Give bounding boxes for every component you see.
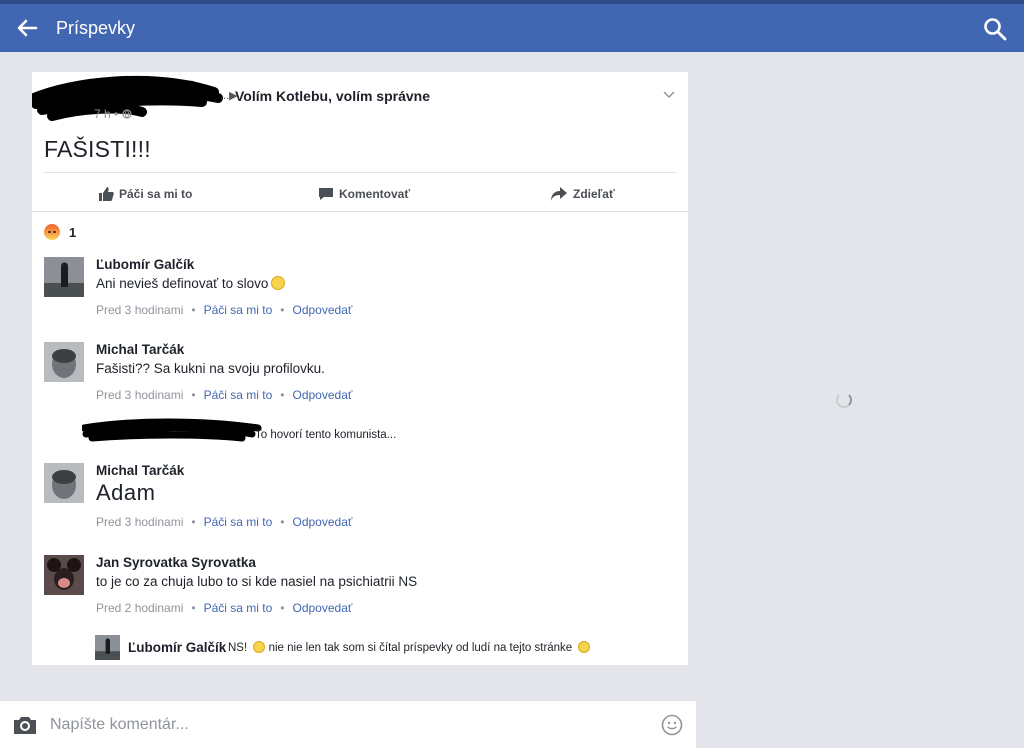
- globe-icon: [121, 109, 132, 119]
- smiley-icon[interactable]: [661, 714, 683, 736]
- avatar[interactable]: [44, 463, 84, 503]
- angry-reaction-icon: [44, 224, 60, 240]
- author-suffix-text: ...: [220, 90, 230, 102]
- divider: [32, 211, 688, 212]
- avatar[interactable]: [44, 342, 84, 382]
- post-time: 7 h: [94, 107, 111, 121]
- separator-dot: •: [191, 601, 196, 615]
- comment-time: Pred 3 hodinami: [96, 515, 184, 529]
- reply-text-a: NS!: [228, 642, 248, 654]
- comment-item: Ľubomír Galčík Ani nevieš definovať to s…: [44, 257, 674, 317]
- separator-dot: •: [191, 303, 196, 317]
- separator-dot: •: [280, 303, 285, 317]
- thumbs-up-icon: [99, 187, 114, 201]
- comment-reply-link[interactable]: Odpovedať: [293, 388, 353, 402]
- redaction-scribble: [82, 418, 262, 442]
- separator-dot: •: [191, 515, 196, 529]
- avatar[interactable]: [44, 257, 84, 297]
- back-arrow-icon[interactable]: [14, 16, 40, 40]
- reaction-count: 1: [69, 224, 77, 240]
- post-text: FAŠISTI!!!: [44, 136, 151, 162]
- comment-composer: [0, 700, 696, 748]
- comment-like-link[interactable]: Páči sa mi to: [204, 601, 273, 615]
- comment-like-link[interactable]: Páči sa mi to: [204, 515, 273, 529]
- comment-reply-link[interactable]: Odpovedať: [293, 303, 353, 317]
- comment-author[interactable]: Michal Tarčák: [96, 463, 184, 478]
- like-label: Páči sa mi to: [119, 187, 193, 201]
- share-button[interactable]: Zdieľať: [550, 183, 615, 205]
- comment-text: Ani nevieš definovať to slovo: [96, 276, 269, 291]
- loading-spinner-icon: [836, 392, 852, 408]
- separator-dot: •: [280, 515, 285, 529]
- separator-dot: •: [191, 388, 196, 402]
- comment-meta: Pred 3 hodinami • Páči sa mi to • Odpovedať: [96, 303, 352, 317]
- comment-author[interactable]: Michal Tarčák: [96, 342, 184, 357]
- comment-reply-link[interactable]: Odpovedať: [293, 601, 353, 615]
- comment-icon: [319, 188, 333, 200]
- comment-meta: Pred 3 hodinami • Páči sa mi to • Odpovedať: [96, 515, 352, 529]
- share-icon: [551, 187, 567, 201]
- comment-time: Pred 2 hodinami: [96, 601, 184, 615]
- reactions-summary[interactable]: 1: [44, 224, 76, 240]
- reply-author[interactable]: Ľubomír Galčík: [128, 640, 226, 655]
- avatar[interactable]: [44, 555, 84, 595]
- comment-text: Adam: [96, 480, 156, 505]
- comment-meta: Pred 3 hodinami • Páči sa mi to • Odpovedať: [96, 388, 352, 402]
- smiley-icon: [253, 641, 266, 653]
- page-title: Príspevky: [56, 18, 136, 38]
- comment-time: Pred 3 hodinami: [96, 303, 184, 317]
- smiley-icon: [271, 276, 286, 290]
- camera-icon[interactable]: [12, 714, 38, 736]
- comment-author[interactable]: Ľubomír Galčík: [96, 257, 194, 272]
- comment-input[interactable]: [50, 710, 640, 740]
- divider: [43, 172, 677, 173]
- comment-like-link[interactable]: Páči sa mi to: [204, 388, 273, 402]
- post-card: ...▶ Volím Kotlebu, volím správne 7 h • …: [32, 72, 688, 665]
- search-icon[interactable]: [982, 16, 1008, 42]
- reply-text: NS! nie nie len tak som si čítal príspev…: [228, 641, 591, 654]
- mention-text: To hovorí tento komunista...: [255, 429, 397, 441]
- comment-text: to je co za chuja lubo to si kde nasiel …: [96, 574, 418, 589]
- smiley-icon: [578, 641, 591, 653]
- comment-reply-link[interactable]: Odpovedať: [293, 515, 353, 529]
- comment-item: Jan Syrovatka Syrovatka to je co za chuj…: [44, 555, 674, 615]
- reply-item: Ľubomír Galčík NS! nie nie len tak som s…: [95, 635, 675, 661]
- comment-button[interactable]: Komentovať: [318, 183, 410, 205]
- comment-text-row: Ani nevieš definovať to slovo: [96, 276, 286, 291]
- avatar[interactable]: [95, 635, 120, 660]
- comment-time: Pred 3 hodinami: [96, 388, 184, 402]
- comment-item: Michal Tarčák Fašisti?? Sa kukni na svoj…: [44, 342, 674, 402]
- separator-dot: •: [280, 388, 285, 402]
- separator-dot: •: [280, 601, 285, 615]
- target-page-link[interactable]: Volím Kotlebu, volím správne: [235, 88, 430, 104]
- comment-like-link[interactable]: Páči sa mi to: [204, 303, 273, 317]
- post-meta: 7 h •: [94, 107, 132, 121]
- like-button[interactable]: Páči sa mi to: [98, 183, 192, 205]
- top-app-bar: Príspevky: [0, 4, 1024, 52]
- reply-text-b: nie nie len tak som si čítal príspevky o…: [268, 642, 573, 654]
- comment-meta: Pred 2 hodinami • Páči sa mi to • Odpovedať: [96, 601, 352, 615]
- comment-item: Michal Tarčák Adam Pred 3 hodinami • Páči …: [44, 463, 674, 533]
- comment-text: Fašisti?? Sa kukni na svoju profilovku.: [96, 361, 325, 376]
- share-label: Zdieľať: [573, 187, 615, 201]
- comment-author[interactable]: Jan Syrovatka Syrovatka: [96, 555, 256, 570]
- chevron-down-icon[interactable]: [662, 86, 676, 99]
- comment-label: Komentovať: [339, 187, 411, 201]
- redaction-scribble: [32, 75, 223, 121]
